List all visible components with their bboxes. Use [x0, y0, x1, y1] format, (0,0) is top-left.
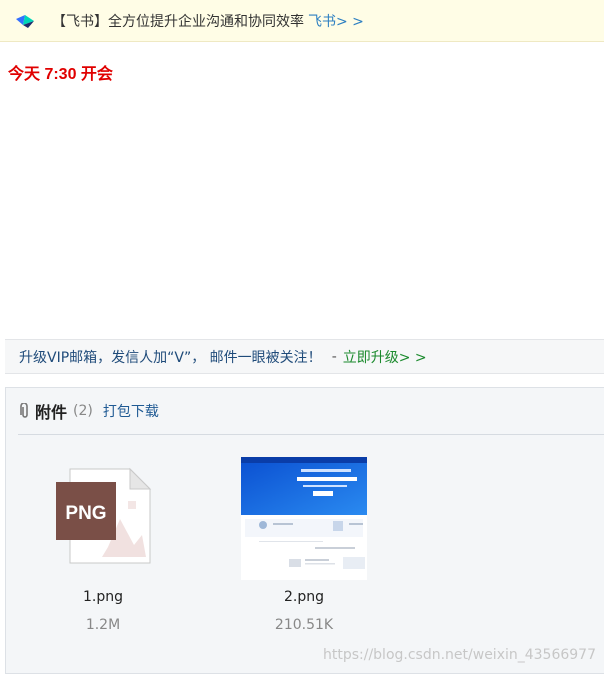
attachments-count: (2) — [73, 403, 93, 419]
upgrade-now-link[interactable]: 立即升级> > — [343, 347, 427, 367]
ad-text: 【飞书】全方位提升企业沟通和协同效率 — [52, 13, 304, 30]
attachment-2-name: 2.png — [283, 589, 324, 605]
ad-link[interactable]: 飞书> > — [308, 11, 364, 31]
attachments-title: 附件 — [35, 403, 68, 422]
attachments-panel: 附件 (2) 打包下载 PNG 1.png 1.2M 2.png 210.51K — [5, 387, 604, 674]
vip-separator: - — [331, 348, 337, 365]
watermark-text: https://blog.csdn.net/weixin_43566977 — [322, 647, 596, 663]
paperclip-icon — [20, 403, 28, 418]
vip-promo-text: 升级VIP邮箱，发信人加“V”， 邮件一眼被关注！ — [19, 349, 322, 366]
png-file-icon: PNG — [56, 467, 152, 564]
ad-banner: 【飞书】全方位提升企业沟通和协同效率 飞书> > — [0, 0, 604, 42]
attachment-2-size: 210.51K — [274, 617, 334, 633]
attachment-file-1[interactable]: PNG 1.png 1.2M — [38, 457, 168, 637]
download-all-link[interactable]: 打包下载 — [103, 401, 159, 421]
attachment-file-2[interactable]: 2.png 210.51K — [239, 457, 369, 637]
attachments-header: 附件 (2) 打包下载 — [18, 388, 604, 435]
png-badge-label: PNG — [65, 503, 106, 524]
mail-body-text: 今天 7:30 开会 — [8, 66, 113, 83]
attachment-1-name: 1.png — [82, 589, 123, 605]
image-thumbnail — [241, 457, 367, 580]
vip-promo-bar: 升级VIP邮箱，发信人加“V”， 邮件一眼被关注！ - 立即升级> > — [5, 339, 604, 374]
feishu-logo-icon — [16, 14, 34, 28]
attachment-1-size: 1.2M — [85, 617, 121, 633]
